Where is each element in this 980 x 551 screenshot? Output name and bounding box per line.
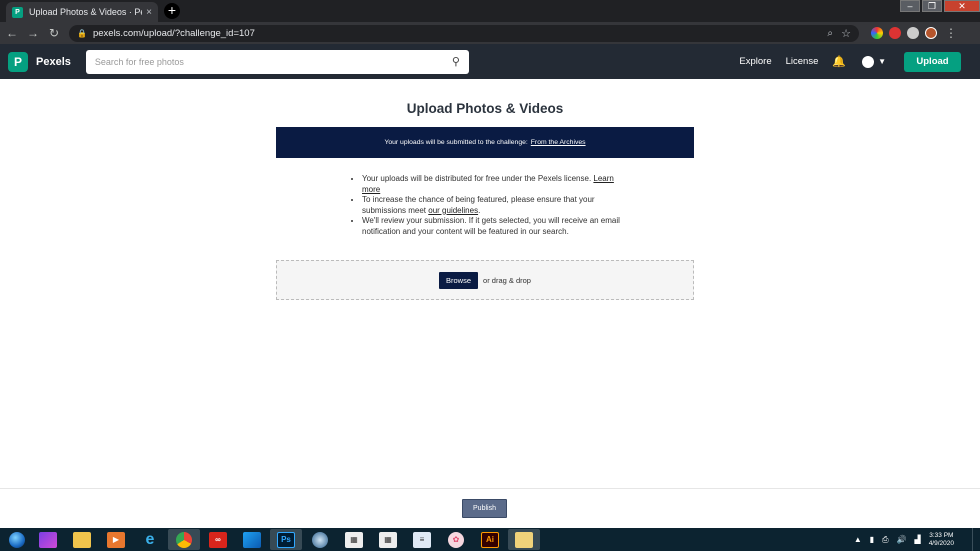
clock[interactable]: 3:33 PM 4/9/2020 bbox=[929, 532, 954, 548]
site-header: P Pexels ⚲ Explore License 🔔 ▼ Upload bbox=[0, 44, 980, 79]
taskbar-app-media[interactable]: ▶ bbox=[100, 529, 132, 550]
list-item: We'll review your submission. If it gets… bbox=[362, 216, 625, 237]
browser-toolbar: ← → ↻ 🔒 pexels.com/upload/?challenge_id=… bbox=[0, 22, 980, 44]
url-text: pexels.com/upload/?challenge_id=107 bbox=[92, 27, 255, 39]
folder-icon bbox=[73, 531, 91, 548]
taskbar-app-folder[interactable] bbox=[508, 529, 540, 550]
taskbar-app-calculator-2[interactable]: ▦ bbox=[372, 529, 404, 550]
upload-button[interactable]: Upload bbox=[904, 51, 961, 72]
tab-title: Upload Photos & Videos · Pexels bbox=[29, 7, 142, 17]
taskbar-app-affinity-designer[interactable] bbox=[236, 529, 268, 550]
minimize-button[interactable]: – bbox=[900, 0, 920, 12]
tray-device-icon[interactable]: ▮ bbox=[870, 535, 874, 544]
list-item: To increase the chance of being featured… bbox=[362, 195, 625, 216]
note-text: Your uploads will be distributed for fre… bbox=[362, 174, 592, 183]
volume-icon[interactable]: 🔊 bbox=[897, 535, 907, 544]
forward-arrow-icon[interactable]: → bbox=[24, 26, 42, 40]
logo-text[interactable]: Pexels bbox=[36, 56, 71, 68]
tray-network-icon[interactable]: ⎙ bbox=[882, 535, 888, 545]
search-bar: ⚲ bbox=[85, 49, 469, 74]
taskbar-app-creative-cloud[interactable]: ∞ bbox=[202, 529, 234, 550]
tray-expand-icon[interactable]: ▲ bbox=[854, 535, 862, 544]
window-close-button[interactable]: ✕ bbox=[944, 0, 980, 12]
notifications-bell-icon[interactable]: 🔔 bbox=[832, 55, 846, 68]
list-item: Your uploads will be distributed for fre… bbox=[362, 174, 625, 195]
maximize-button[interactable]: ❐ bbox=[922, 0, 942, 12]
start-button[interactable] bbox=[4, 530, 30, 550]
search-icon[interactable]: ⚲ bbox=[452, 55, 460, 68]
search-input[interactable] bbox=[94, 56, 452, 67]
taskbar-app-affinity[interactable] bbox=[32, 529, 64, 550]
nav-explore[interactable]: Explore bbox=[739, 56, 771, 67]
system-tray: ▲ ▮ ⎙ 🔊 ▟ 3:33 PM 4/9/2020 bbox=[854, 528, 980, 551]
reload-icon[interactable]: ↻ bbox=[45, 26, 63, 40]
upload-notes-list: Your uploads will be distributed for fre… bbox=[353, 174, 625, 237]
bookmark-star-icon[interactable]: ☆ bbox=[841, 27, 851, 40]
internet-explorer-icon: e bbox=[145, 530, 155, 548]
browser-tab[interactable]: P Upload Photos & Videos · Pexels × bbox=[6, 2, 158, 22]
browser-tabstrip: P Upload Photos & Videos · Pexels × + – … bbox=[0, 0, 980, 22]
taskbar-app-calculator-1[interactable]: ▦ bbox=[338, 529, 370, 550]
affinity-designer-icon bbox=[243, 531, 261, 548]
illustrator-icon: Ai bbox=[481, 531, 499, 548]
guidelines-link[interactable]: our guidelines bbox=[428, 206, 478, 215]
note-punctuation: . bbox=[478, 205, 481, 215]
window-controls: – ❐ ✕ bbox=[898, 0, 980, 12]
flower-icon: ✿ bbox=[448, 531, 464, 548]
calculator-icon: ▦ bbox=[345, 531, 363, 548]
clock-time: 3:33 PM bbox=[929, 531, 954, 539]
file-dropzone[interactable]: Browse or drag & drop bbox=[276, 260, 694, 300]
taskbar-app-photoshop[interactable]: Ps bbox=[270, 529, 302, 550]
extension-color-icon[interactable] bbox=[871, 27, 883, 39]
affinity-icon bbox=[39, 531, 57, 548]
address-bar[interactable]: 🔒 pexels.com/upload/?challenge_id=107 ⌕ … bbox=[69, 24, 859, 42]
windows-orb-icon bbox=[9, 531, 25, 548]
nav-license[interactable]: License bbox=[786, 56, 819, 67]
challenge-banner: Your uploads will be submitted to the ch… bbox=[276, 127, 694, 158]
taskbar-app-illustrator[interactable]: Ai bbox=[474, 529, 506, 550]
new-tab-button[interactable]: + bbox=[164, 3, 180, 19]
calculator-icon: ▦ bbox=[379, 531, 397, 548]
extensions-area bbox=[871, 27, 937, 39]
lock-icon: 🔒 bbox=[77, 28, 87, 38]
extension-gray-icon[interactable] bbox=[907, 27, 919, 39]
taskbar-app-notepad[interactable]: ≡ bbox=[406, 529, 438, 550]
drag-drop-label: or drag & drop bbox=[483, 275, 531, 285]
tab-close-icon[interactable]: × bbox=[146, 7, 152, 18]
browser-menu-icon[interactable]: ⋮ bbox=[945, 26, 957, 40]
taskbar-app-globe[interactable] bbox=[304, 529, 336, 550]
creative-cloud-icon: ∞ bbox=[209, 531, 227, 548]
pexels-logo-icon[interactable]: P bbox=[8, 51, 28, 72]
open-folder-icon bbox=[515, 531, 533, 548]
photoshop-icon: Ps bbox=[277, 531, 295, 548]
globe-icon bbox=[312, 531, 328, 548]
publish-button[interactable]: Publish bbox=[462, 499, 507, 518]
search-zoom-icon[interactable]: ⌕ bbox=[827, 28, 833, 39]
header-nav: Explore License 🔔 ▼ Upload bbox=[739, 44, 980, 79]
challenge-link[interactable]: From the Archives bbox=[531, 139, 586, 146]
notepad-icon: ≡ bbox=[413, 531, 431, 548]
media-player-icon: ▶ bbox=[107, 531, 125, 548]
taskbar-app-explorer[interactable] bbox=[66, 529, 98, 550]
user-avatar-icon[interactable] bbox=[862, 55, 875, 68]
chevron-down-icon[interactable]: ▼ bbox=[878, 57, 886, 66]
profile-avatar-icon[interactable] bbox=[925, 27, 937, 39]
page-title: Upload Photos & Videos bbox=[406, 101, 564, 116]
pexels-favicon-icon: P bbox=[12, 6, 23, 18]
banner-text: Your uploads will be submitted to the ch… bbox=[384, 139, 528, 146]
page-footer: Publish bbox=[0, 488, 980, 528]
signal-icon[interactable]: ▟ bbox=[915, 535, 921, 544]
clock-date: 4/9/2020 bbox=[928, 539, 954, 547]
back-arrow-icon[interactable]: ← bbox=[3, 26, 21, 40]
taskbar: ▶ e ∞ Ps ▦ ▦ ≡ ✿ Ai ▲ ▮ ⎙ 🔊 ▟ 3:33 PM 4/… bbox=[0, 528, 980, 551]
browse-button[interactable]: Browse bbox=[439, 271, 479, 289]
chrome-icon bbox=[176, 531, 192, 548]
taskbar-app-ie[interactable]: e bbox=[134, 529, 166, 550]
show-desktop-button[interactable] bbox=[972, 528, 980, 551]
note-text: We'll review your submission. If it gets… bbox=[362, 216, 620, 236]
taskbar-app-chrome[interactable] bbox=[168, 529, 200, 550]
extension-red-icon[interactable] bbox=[889, 27, 901, 39]
taskbar-app-pink[interactable]: ✿ bbox=[440, 529, 472, 550]
